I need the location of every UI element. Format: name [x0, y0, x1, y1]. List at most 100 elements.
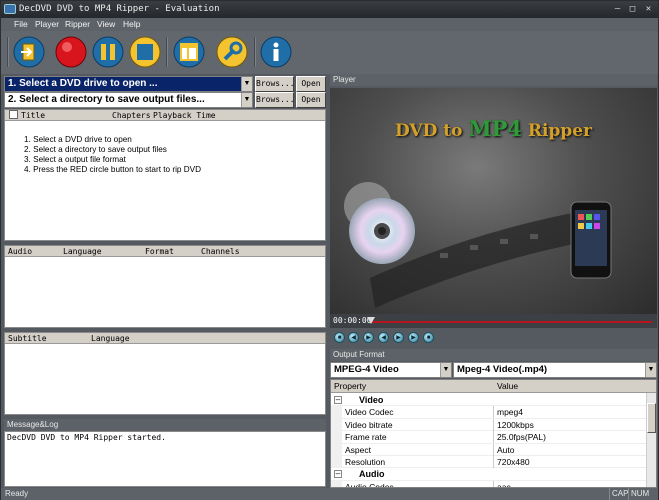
instruction-line: 1. Select a DVD drive to open — [24, 135, 132, 144]
divider — [493, 443, 494, 456]
property-key: Frame rate — [345, 432, 387, 443]
menu-player[interactable]: Player — [35, 18, 59, 31]
log-line: DecDVD DVD to MP4 Ripper started. — [7, 433, 166, 442]
volume-icon[interactable]: ■ — [423, 332, 434, 343]
property-category-audio[interactable]: – Audio — [331, 468, 647, 481]
seek-bar[interactable]: 00:00:00 — [330, 314, 657, 328]
snapshot-icon[interactable]: ■ — [334, 332, 345, 343]
collapse-icon[interactable]: – — [334, 470, 342, 479]
stop-button[interactable] — [129, 36, 161, 68]
property-row[interactable]: Aspect Auto — [331, 443, 647, 456]
menu-help[interactable]: Help — [123, 18, 140, 31]
next-chapter-icon[interactable]: ▶ — [408, 332, 419, 343]
minimize-button[interactable]: – — [611, 3, 624, 15]
close-button[interactable]: ✕ — [642, 3, 655, 15]
property-row[interactable]: Audio Codec aac — [331, 480, 647, 487]
seek-handle[interactable] — [367, 317, 375, 324]
column-subtitle[interactable]: Subtitle — [8, 333, 47, 344]
dvd-drive-select[interactable]: 1. Select a DVD drive to open ... ▼ — [4, 76, 253, 92]
settings-icon — [216, 36, 248, 68]
property-value[interactable]: aac — [497, 481, 511, 487]
property-value[interactable]: mpeg4 — [497, 406, 523, 418]
fast-forward-icon[interactable]: ▶ — [393, 332, 404, 343]
pause-button[interactable] — [92, 36, 124, 68]
video-preview[interactable]: DVD to MP4 Ripper — [330, 88, 657, 314]
menu-bar: File Player Ripper View Help — [1, 18, 658, 31]
container-select[interactable]: Mpeg-4 Video(.mp4) ▼ — [453, 362, 657, 378]
output-directory-select[interactable]: 2. Select a directory to save output fil… — [4, 92, 253, 108]
column-format[interactable]: Format — [145, 246, 174, 257]
column-language[interactable]: Language — [63, 246, 102, 257]
maximize-button[interactable]: □ — [626, 3, 639, 15]
play-icon[interactable]: ▶ — [363, 332, 374, 343]
collapse-icon[interactable]: – — [334, 396, 342, 404]
info-icon — [260, 36, 292, 68]
output-directory-value: 2. Select a directory to save output fil… — [8, 94, 205, 105]
property-row[interactable]: Frame rate 25.0fps(PAL) — [331, 431, 647, 444]
column-language[interactable]: Language — [91, 333, 130, 344]
titles-list[interactable]: Title Chapters Playback Time 1. Select a… — [4, 109, 326, 241]
subtitle-header: Subtitle Language — [5, 333, 325, 344]
layout-button[interactable] — [173, 36, 205, 68]
subtitle-list[interactable]: Subtitle Language — [4, 332, 326, 415]
prev-chapter-icon[interactable]: ◀ — [348, 332, 359, 343]
chevron-down-icon[interactable]: ▼ — [241, 77, 252, 91]
column-audio[interactable]: Audio — [8, 246, 32, 257]
directory-row: 2. Select a directory to save output fil… — [4, 92, 326, 108]
property-grid[interactable]: Property Value – Video Video Codec mpeg4 … — [330, 379, 657, 488]
property-value[interactable]: Auto — [497, 444, 515, 456]
menu-file[interactable]: File — [14, 18, 28, 31]
select-all-checkbox[interactable] — [9, 110, 18, 119]
record-icon — [55, 36, 87, 68]
exit-button[interactable] — [13, 36, 45, 68]
chevron-down-icon[interactable]: ▼ — [440, 363, 451, 377]
divider — [493, 480, 494, 487]
app-icon — [4, 4, 16, 14]
property-category-video[interactable]: – Video — [331, 394, 647, 407]
property-row[interactable]: Resolution 720x480 — [331, 456, 647, 469]
settings-button[interactable] — [216, 36, 248, 68]
vertical-scrollbar[interactable] — [646, 393, 656, 487]
property-value[interactable]: 25.0fps(PAL) — [497, 431, 546, 443]
browse-directory-button[interactable]: Brows... — [255, 92, 295, 108]
row-margin — [331, 443, 342, 456]
property-value[interactable]: 720x480 — [497, 456, 530, 468]
pause-icon — [92, 36, 124, 68]
player-controls: ■ ◀ ▶ ◀ ▶ ▶ ■ — [330, 330, 657, 346]
toolbar — [1, 31, 658, 74]
property-value[interactable]: 1200kbps — [497, 419, 534, 431]
title-bar: DecDVD DVD to MP4 Ripper - Evaluation – … — [1, 1, 658, 18]
instruction-line: 2. Select a directory to save output fil… — [24, 145, 167, 154]
property-category-label: Audio — [359, 469, 385, 480]
property-row[interactable]: Video Codec mpeg4 — [331, 406, 647, 419]
divider — [493, 431, 494, 444]
drive-row: 1. Select a DVD drive to open ... ▼ Brow… — [4, 76, 326, 92]
open-drive-button[interactable]: Open — [296, 76, 326, 92]
property-key: Resolution — [345, 457, 386, 467]
audio-list[interactable]: Audio Language Format Channels — [4, 245, 326, 328]
info-button[interactable] — [260, 36, 292, 68]
column-title[interactable]: Title — [21, 110, 45, 121]
menu-view[interactable]: View — [97, 18, 115, 31]
toolbar-separator — [254, 37, 256, 67]
format-select[interactable]: MPEG-4 Video ▼ — [330, 362, 452, 378]
row-margin — [331, 431, 342, 444]
property-row[interactable]: Video bitrate 1200kbps — [331, 418, 647, 432]
record-button[interactable] — [55, 36, 87, 68]
status-text: Ready — [5, 489, 29, 498]
rewind-icon[interactable]: ◀ — [378, 332, 389, 343]
column-channels[interactable]: Channels — [201, 246, 240, 257]
menu-ripper[interactable]: Ripper — [65, 18, 90, 31]
row-margin — [331, 456, 342, 468]
divider — [493, 456, 494, 468]
column-playback-time[interactable]: Playback Time — [153, 110, 216, 121]
seek-track[interactable] — [371, 321, 652, 323]
chevron-down-icon[interactable]: ▼ — [241, 93, 252, 107]
chevron-down-icon[interactable]: ▼ — [645, 363, 656, 377]
toolbar-separator — [166, 37, 168, 67]
column-chapters[interactable]: Chapters — [112, 110, 151, 121]
browse-drive-button[interactable]: Brows... — [255, 76, 295, 92]
open-directory-button[interactable]: Open — [296, 92, 326, 108]
scrollbar-thumb[interactable] — [647, 403, 656, 433]
property-key: Video Codec — [345, 407, 394, 418]
